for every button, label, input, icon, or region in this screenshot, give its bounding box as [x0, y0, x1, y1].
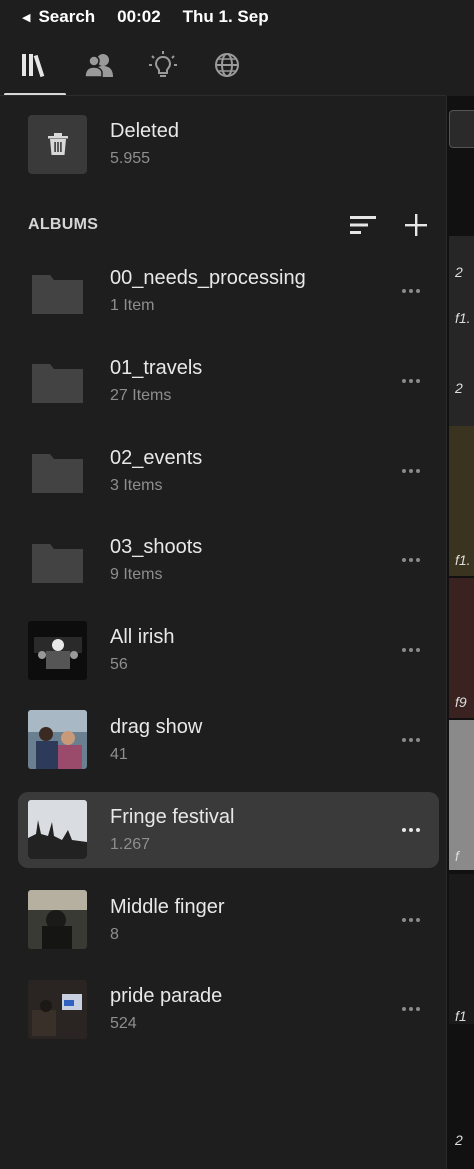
album-more-button[interactable] — [399, 997, 423, 1021]
more-horizontal-icon — [402, 917, 420, 922]
album-more-button[interactable] — [399, 548, 423, 572]
album-row[interactable]: 01_travels 27 Items — [18, 343, 439, 419]
album-count: 56 — [110, 656, 128, 674]
more-horizontal-icon — [402, 648, 420, 653]
folder-icon — [32, 543, 83, 583]
deleted-thumb — [28, 114, 87, 174]
back-to-search-link[interactable]: Search — [38, 7, 95, 27]
trash-icon — [47, 133, 68, 155]
more-horizontal-icon — [402, 289, 420, 293]
more-horizontal-icon — [402, 378, 420, 383]
album-cover-photo — [28, 800, 87, 860]
albums-header: ALBUMS — [28, 208, 428, 242]
album-name: 00_needs_processing — [110, 267, 306, 289]
album-list: 00_needs_processing 1 Item 01_travels 27… — [18, 253, 439, 1061]
album-row[interactable]: Middle finger 8 — [18, 882, 439, 958]
album-cover-photo — [28, 890, 87, 950]
divider — [0, 95, 446, 96]
status-date: Thu 1. Sep — [182, 7, 269, 26]
status-time: 00:02 — [117, 7, 161, 26]
album-more-button[interactable] — [399, 459, 423, 483]
album-count: 8 — [110, 925, 119, 943]
album-more-button[interactable] — [399, 728, 423, 752]
album-name: All irish — [110, 626, 175, 649]
more-horizontal-icon — [402, 827, 420, 832]
tab-learn[interactable] — [142, 44, 184, 86]
album-more-button[interactable] — [399, 818, 423, 842]
grid-label: f1. — [455, 552, 471, 568]
add-album-button[interactable] — [399, 208, 433, 242]
folder-icon — [32, 454, 83, 494]
album-count: 27 Items — [110, 386, 172, 404]
sort-albums-button[interactable] — [346, 208, 380, 242]
plus-icon — [405, 214, 427, 236]
top-tab-bar — [0, 34, 446, 96]
folder-thumb — [28, 262, 87, 321]
grid-label: 2 — [455, 380, 463, 396]
more-horizontal-icon — [402, 737, 420, 742]
tab-library[interactable] — [4, 44, 66, 96]
grid-label: 2 — [455, 264, 463, 280]
album-row[interactable]: 03_shoots 9 Items — [18, 522, 439, 598]
album-cover-photo — [28, 979, 87, 1039]
deleted-title: Deleted — [110, 120, 179, 142]
deleted-count: 5.955 — [110, 150, 151, 167]
album-name: 03_shoots — [110, 536, 203, 559]
folder-thumb — [28, 351, 87, 410]
globe-icon — [215, 53, 239, 77]
album-name: 01_travels — [110, 356, 203, 379]
album-more-button[interactable] — [399, 369, 423, 393]
album-cover-photo — [28, 620, 87, 680]
album-name: 02_events — [110, 446, 203, 469]
album-row[interactable]: 00_needs_processing 1 Item — [18, 253, 439, 329]
folder-icon — [32, 274, 83, 314]
album-count: 3 Items — [110, 476, 163, 494]
album-name: pride parade — [110, 985, 223, 1008]
grid-label: 2 — [455, 1132, 463, 1148]
album-row[interactable]: drag show 41 — [18, 702, 439, 778]
photo-grid-edge: 2 f1. 2 f1. f9 f f1 2 — [446, 96, 474, 1169]
deleted-album-row[interactable]: Deleted 5.955 — [28, 114, 428, 174]
album-more-button[interactable] — [399, 279, 423, 303]
album-name: Fringe festival — [110, 805, 235, 828]
album-count: 1 Item — [110, 297, 155, 314]
lightbulb-icon — [149, 51, 177, 77]
tab-community[interactable] — [206, 44, 248, 86]
album-row[interactable]: pride parade 524 — [18, 971, 439, 1047]
album-more-button[interactable] — [399, 908, 423, 932]
photo-thumb[interactable] — [449, 720, 474, 870]
album-row[interactable]: 02_events 3 Items — [18, 433, 439, 509]
album-count: 1.267 — [110, 835, 151, 853]
album-count: 524 — [110, 1015, 137, 1033]
album-name: Middle finger — [110, 895, 225, 918]
people-icon — [84, 54, 113, 78]
album-row[interactable]: All irish 56 — [18, 612, 439, 688]
tab-people[interactable] — [78, 44, 120, 86]
album-count: 9 Items — [110, 566, 163, 584]
album-count: 41 — [110, 745, 128, 763]
album-more-button[interactable] — [399, 638, 423, 662]
album-name: drag show — [110, 715, 203, 738]
library-icon — [22, 54, 45, 78]
grid-label: f1. — [455, 310, 471, 326]
grid-label: f1 — [455, 1008, 467, 1024]
folder-thumb — [28, 441, 87, 500]
grid-label: f9 — [455, 694, 467, 710]
album-cover-photo — [28, 710, 87, 770]
photo-thumb[interactable] — [449, 874, 474, 1024]
folder-thumb — [28, 531, 87, 590]
more-horizontal-icon — [402, 558, 420, 563]
status-bar: ◀ Search 00:02 Thu 1. Sep — [0, 0, 474, 34]
more-horizontal-icon — [402, 468, 420, 473]
sort-icon — [350, 216, 376, 234]
back-arrow-icon[interactable]: ◀ — [22, 11, 30, 24]
grid-label: f — [455, 848, 459, 864]
albums-title: ALBUMS — [28, 216, 99, 233]
more-horizontal-icon — [402, 1007, 420, 1012]
album-row-selected[interactable]: Fringe festival 1.267 — [18, 791, 439, 868]
toolbar-button-partial[interactable] — [449, 110, 474, 148]
folder-icon — [32, 364, 83, 404]
